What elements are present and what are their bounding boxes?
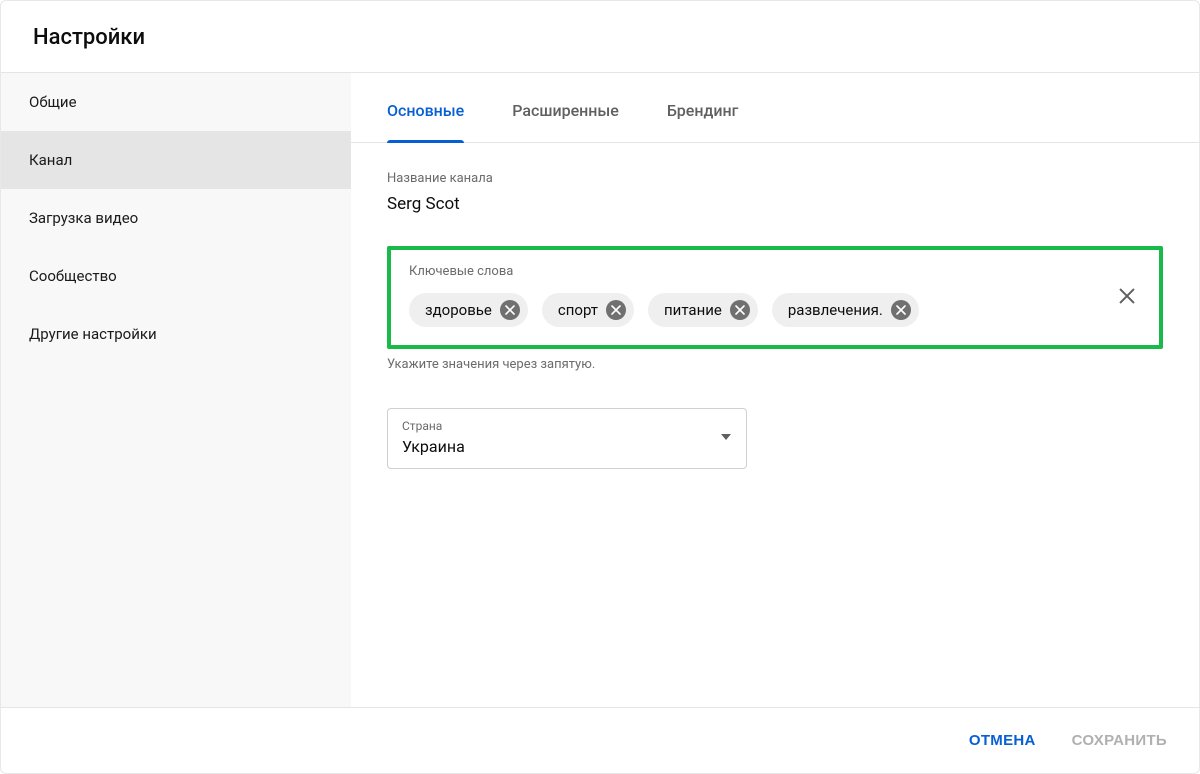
- keywords-field[interactable]: Ключевые слова здоровье спорт: [387, 246, 1163, 349]
- tab-label: Брендинг: [667, 101, 738, 120]
- settings-dialog: Настройки Общие Канал Загрузка видео Соо…: [0, 0, 1200, 774]
- dialog-header: Настройки: [1, 1, 1199, 73]
- sidebar: Общие Канал Загрузка видео Сообщество Др…: [1, 73, 351, 707]
- country-select-inner: Страна Украина: [402, 419, 720, 456]
- keywords-helper-text: Укажите значения через запятую.: [387, 357, 1163, 372]
- chip-remove-icon[interactable]: [730, 300, 750, 320]
- sidebar-item-label: Загрузка видео: [29, 209, 138, 227]
- tab-advanced[interactable]: Расширенные: [512, 73, 619, 142]
- sidebar-item-label: Общие: [29, 93, 77, 111]
- tab-branding[interactable]: Брендинг: [667, 73, 738, 142]
- dialog-footer: ОТМЕНА СОХРАНИТЬ: [1, 707, 1199, 773]
- sidebar-item-label: Канал: [29, 151, 72, 169]
- sidebar-item-general[interactable]: Общие: [1, 73, 351, 131]
- sidebar-item-label: Сообщество: [29, 267, 117, 285]
- main-panel: Основные Расширенные Брендинг Название к…: [351, 73, 1199, 707]
- sidebar-item-upload[interactable]: Загрузка видео: [1, 189, 351, 247]
- sidebar-item-channel[interactable]: Канал: [1, 131, 351, 189]
- keywords-label: Ключевые слова: [409, 264, 1103, 279]
- chevron-down-icon: [720, 429, 732, 447]
- chip-label: развлечения.: [788, 301, 883, 319]
- tab-label: Расширенные: [512, 101, 619, 120]
- chip-label: спорт: [558, 301, 598, 319]
- country-value: Украина: [402, 437, 720, 456]
- channel-name-label: Название канала: [387, 171, 1163, 186]
- chip-label: здоровье: [425, 301, 492, 319]
- keyword-chip: спорт: [542, 293, 634, 327]
- country-label: Страна: [402, 419, 720, 433]
- channel-name-value: Serg Scot: [387, 194, 1163, 214]
- tab-label: Основные: [387, 101, 464, 120]
- dialog-body: Общие Канал Загрузка видео Сообщество Др…: [1, 73, 1199, 707]
- keywords-chip-list: здоровье спорт: [409, 293, 1103, 327]
- keywords-inner: Ключевые слова здоровье спорт: [409, 264, 1103, 327]
- sidebar-item-other[interactable]: Другие настройки: [1, 305, 351, 363]
- save-button[interactable]: СОХРАНИТЬ: [1068, 724, 1171, 757]
- tab-content: Название канала Serg Scot Ключевые слова…: [351, 143, 1199, 707]
- keyword-chip: здоровье: [409, 293, 528, 327]
- chip-remove-icon[interactable]: [891, 300, 911, 320]
- chip-remove-icon[interactable]: [606, 300, 626, 320]
- cancel-button[interactable]: ОТМЕНА: [965, 724, 1040, 757]
- country-select[interactable]: Страна Украина: [387, 408, 747, 469]
- keyword-chip: питание: [648, 293, 758, 327]
- chip-remove-icon[interactable]: [500, 300, 520, 320]
- clear-keywords-icon[interactable]: [1113, 282, 1141, 310]
- dialog-title: Настройки: [33, 25, 1167, 50]
- sidebar-item-label: Другие настройки: [29, 325, 157, 343]
- chip-label: питание: [664, 301, 722, 319]
- tab-bar: Основные Расширенные Брендинг: [351, 73, 1199, 143]
- keyword-chip: развлечения.: [772, 293, 919, 327]
- sidebar-item-community[interactable]: Сообщество: [1, 247, 351, 305]
- tab-basic[interactable]: Основные: [387, 73, 464, 142]
